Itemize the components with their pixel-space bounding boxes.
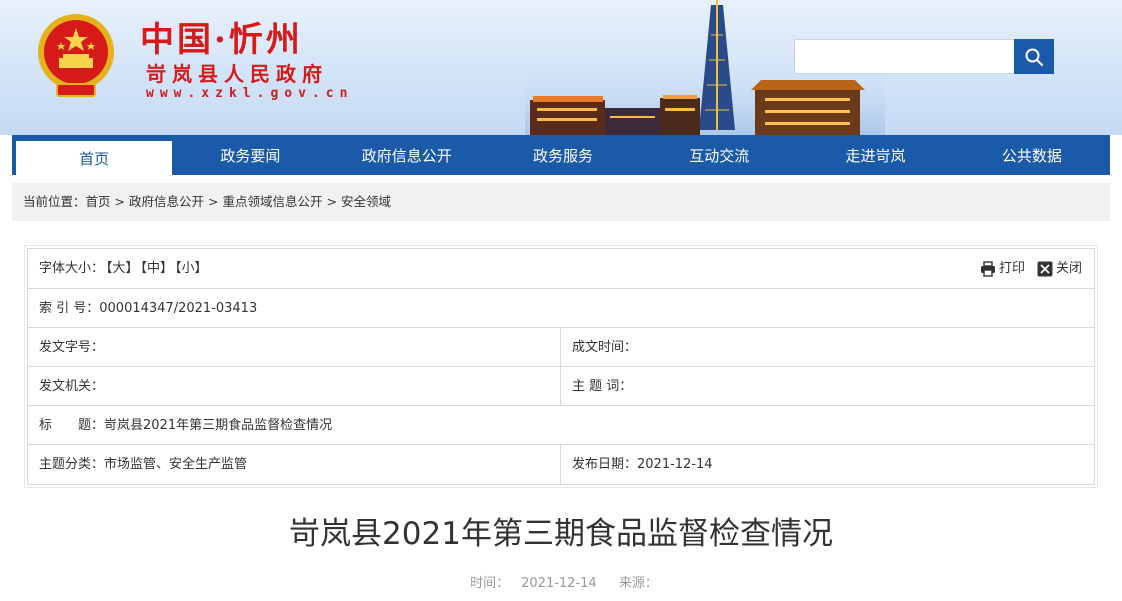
page-tools: 打印 关闭: [980, 249, 1082, 289]
issuer-cell: 发文机关：: [28, 367, 561, 405]
logo-url: www.xzkl.gov.cn: [146, 86, 354, 101]
font-size-controls: 字体大小： 【大】 【中】 【小】: [28, 249, 1094, 288]
index-value: 000014347/2021-03413: [99, 301, 258, 316]
print-label: 打印: [998, 261, 1025, 276]
title-cell: 标 题：岢岚县2021年第三期食品监督检查情况: [28, 406, 1094, 444]
article-meta: 时间： 2021-12-14 来源：: [12, 572, 1110, 591]
logo-title: 中国·忻州: [140, 20, 303, 60]
nav-item-info-disclosure[interactable]: 政府信息公开: [329, 135, 485, 175]
main-nav: 首页 政务要闻 政府信息公开 政务服务 互动交流 走进岢岚 公共数据: [12, 135, 1110, 175]
font-size-label: 字体大小：: [39, 261, 105, 276]
close-button[interactable]: 关闭: [1037, 249, 1082, 289]
nav-item-services[interactable]: 政务服务: [485, 135, 641, 175]
site-header: 中国·忻州 岢岚县人民政府 www.xzkl.gov.cn: [0, 0, 1122, 135]
font-size-medium-button[interactable]: 【中】: [141, 261, 174, 276]
logo-subtitle: 岢岚县人民政府: [146, 62, 328, 86]
source-label: 来源：: [618, 576, 658, 591]
category-cell: 主题分类：市场监管、安全生产监管: [28, 445, 561, 484]
printer-icon: [980, 261, 995, 277]
close-label: 关闭: [1055, 261, 1082, 276]
index-label: 索 引 号：: [39, 301, 100, 316]
breadcrumb-separator: >: [326, 194, 338, 209]
date-written-cell: 成文时间：: [561, 328, 1094, 366]
breadcrumb: 当前位置：首页 > 政府信息公开 > 重点领域信息公开 > 安全领域: [12, 183, 1110, 221]
breadcrumb-info-disclosure[interactable]: 政府信息公开: [129, 194, 204, 209]
nav-item-public-data[interactable]: 公共数据: [954, 135, 1110, 175]
time-group: 时间： 2021-12-14: [464, 576, 603, 591]
title-row: 标 题：岢岚县2021年第三期食品监督检查情况: [28, 406, 1094, 445]
breadcrumb-key-areas[interactable]: 重点领域信息公开: [223, 194, 323, 209]
font-size-small-button[interactable]: 【小】: [175, 261, 208, 276]
toolbar-row: 字体大小： 【大】 【中】 【小】 打印 关闭: [28, 249, 1094, 289]
category-value: 市场监管、安全生产监管: [104, 457, 248, 472]
issuer-label: 发文机关：: [39, 379, 105, 394]
doc-number-cell: 发文字号：: [28, 328, 561, 366]
date-written-label: 成文时间：: [572, 340, 638, 355]
index-row: 索 引 号：000014347/2021-03413: [28, 289, 1094, 328]
nav-item-about[interactable]: 走进岢岚: [797, 135, 953, 175]
issuer-row: 发文机关： 主 题 词：: [28, 367, 1094, 406]
search-input[interactable]: [794, 39, 1014, 74]
print-button[interactable]: 打印: [980, 249, 1025, 289]
breadcrumb-separator: >: [114, 194, 126, 209]
close-icon: [1037, 261, 1053, 277]
breadcrumb-safety[interactable]: 安全领域: [341, 194, 391, 209]
doc-number-label: 发文字号：: [39, 340, 105, 355]
article-title: 岢岚县2021年第三期食品监督检查情况: [289, 516, 833, 552]
nav-item-home[interactable]: 首页: [16, 138, 173, 175]
title-value: 岢岚县2021年第三期食品监督检查情况: [104, 418, 333, 433]
time-label: 时间：: [470, 576, 510, 591]
title-label: 标 题：: [39, 418, 105, 433]
search-button[interactable]: [1014, 39, 1054, 74]
document-info-table: 字体大小： 【大】 【中】 【小】 打印 关闭 索 引 号：000014347/…: [24, 245, 1098, 488]
publish-date-cell: 发布日期：2021-12-14: [561, 445, 1094, 484]
breadcrumb-home[interactable]: 首页: [86, 194, 111, 209]
search-icon: [1025, 48, 1044, 66]
font-size-large-button[interactable]: 【大】: [106, 261, 139, 276]
category-label: 主题分类：: [39, 457, 105, 472]
index-cell: 索 引 号：000014347/2021-03413: [28, 289, 1094, 327]
national-emblem-icon: [38, 14, 114, 97]
publish-date-value: 2021-12-14: [637, 457, 713, 472]
category-row: 主题分类：市场监管、安全生产监管 发布日期：2021-12-14: [28, 445, 1094, 484]
keywords-cell: 主 题 词：: [561, 367, 1094, 405]
nav-item-news[interactable]: 政务要闻: [172, 135, 328, 175]
nav-item-interaction[interactable]: 互动交流: [641, 135, 797, 175]
time-value: 2021-12-14: [521, 576, 597, 591]
keywords-label: 主 题 词：: [572, 379, 633, 394]
publish-date-label: 发布日期：: [572, 457, 638, 472]
breadcrumb-separator: >: [208, 194, 219, 209]
doc-number-row: 发文字号： 成文时间：: [28, 328, 1094, 367]
breadcrumb-prefix: 当前位置：: [23, 194, 86, 209]
